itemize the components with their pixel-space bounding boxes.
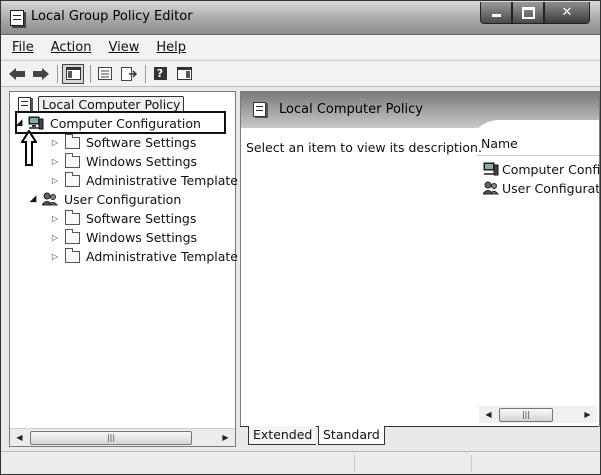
back-button[interactable]	[7, 65, 27, 83]
tree-label: Local Computer Policy	[38, 95, 185, 113]
collapsed-arrow-icon[interactable]: ▷	[50, 214, 60, 223]
tree-node-administrative-templates[interactable]: ▷ Administrative Template	[50, 171, 238, 189]
folder-icon	[64, 134, 80, 149]
show-hide-action-pane-icon	[176, 67, 192, 80]
status-bar	[1, 451, 600, 474]
menu-bar: File Action View Help	[1, 35, 600, 59]
tree-label: Administrative Template	[86, 248, 238, 264]
tree-node-user-software-settings[interactable]: ▷ Software Settings	[50, 209, 196, 227]
export-list-icon	[121, 66, 137, 81]
tree-label: Software Settings	[86, 210, 197, 226]
menu-help[interactable]: Help	[154, 40, 188, 55]
forward-button[interactable]	[31, 65, 51, 83]
folder-icon	[64, 248, 80, 263]
list-item-computer-configuration[interactable]: Computer Confi	[483, 160, 600, 178]
tree-label: Windows Settings	[86, 229, 198, 245]
tab-extended[interactable]: Extended	[248, 426, 317, 445]
tree-node-user-configuration[interactable]: ◢ User Configuration	[28, 190, 182, 208]
scroll-right-icon[interactable]: ▶	[580, 408, 595, 421]
users-icon	[483, 181, 499, 195]
tree-label: User Configuration	[64, 191, 182, 207]
menu-view[interactable]: View	[106, 40, 141, 55]
collapsed-arrow-icon[interactable]: ▷	[50, 157, 60, 166]
details-title: Local Computer Policy	[279, 102, 423, 117]
minimize-button[interactable]	[480, 2, 512, 24]
collapsed-arrow-icon[interactable]: ▷	[50, 252, 60, 261]
status-divider	[354, 455, 355, 472]
folder-icon	[64, 210, 80, 225]
folder-icon	[64, 153, 80, 168]
show-hide-console-tree-icon	[65, 67, 81, 80]
tree-node-windows-settings[interactable]: ▷ Windows Settings	[50, 152, 197, 170]
scroll-left-icon[interactable]: ◀	[12, 431, 27, 444]
tree-label: Administrative Template	[86, 172, 238, 188]
toolbar-separator	[145, 64, 146, 83]
collapsed-arrow-icon[interactable]: ▷	[50, 138, 60, 147]
tree-horizontal-scrollbar[interactable]: ◀ ||| ▶	[10, 428, 235, 446]
show-hide-tree-button[interactable]	[62, 63, 84, 84]
back-icon	[9, 67, 25, 80]
list-item-label: User Configurati	[502, 180, 600, 196]
list-item-user-configuration[interactable]: User Configurati	[483, 179, 600, 197]
show-hide-action-pane-button[interactable]	[174, 65, 194, 83]
minimize-icon	[491, 14, 501, 17]
folder-icon	[64, 229, 80, 244]
computer-icon	[483, 162, 499, 176]
maximize-button[interactable]	[512, 2, 544, 24]
description-text: Select an item to view its description.	[246, 140, 482, 155]
close-icon: ✕	[561, 5, 573, 20]
app-window: Local Group Policy Editor ✕ File Action …	[0, 0, 601, 475]
title-bar[interactable]: Local Group Policy Editor ✕	[1, 1, 600, 35]
callout-arrow-icon	[21, 130, 37, 166]
help-button[interactable]: ?	[150, 65, 170, 83]
menu-file[interactable]: File	[10, 40, 36, 55]
caption-buttons: ✕	[480, 2, 590, 24]
column-header-name[interactable]: Name	[477, 134, 599, 156]
tree-label: Software Settings	[86, 134, 197, 150]
console-tree-pane: Local Computer Policy ◢ Computer Configu…	[9, 91, 238, 447]
tree-node-software-settings[interactable]: ▷ Software Settings	[50, 133, 196, 151]
console-tree: Local Computer Policy ◢ Computer Configu…	[10, 92, 238, 427]
scroll-thumb[interactable]: |||	[499, 408, 553, 422]
menu-action[interactable]: Action	[49, 40, 94, 55]
view-tabs: Extended Standard	[240, 426, 598, 446]
window-title: Local Group Policy Editor	[31, 9, 193, 24]
toolbar-separator	[90, 64, 91, 83]
details-horizontal-scrollbar[interactable]: ◀ ||| ▶	[479, 406, 597, 423]
toolbar: ?	[1, 60, 600, 87]
export-list-button[interactable]	[119, 65, 139, 83]
folder-icon	[64, 172, 80, 187]
collapsed-arrow-icon[interactable]: ▷	[50, 233, 60, 242]
list-item-label: Computer Confi	[502, 161, 600, 177]
toolbar-separator	[57, 64, 58, 83]
collapsed-arrow-icon[interactable]: ▷	[50, 176, 60, 185]
properties-icon	[98, 67, 112, 80]
policy-icon	[253, 102, 266, 117]
details-pane: Local Computer Policy Select an item to …	[240, 91, 600, 427]
expanded-arrow-icon[interactable]: ◢	[28, 194, 38, 204]
status-divider	[471, 455, 472, 472]
forward-icon	[33, 67, 49, 80]
policy-icon	[17, 96, 31, 112]
tree-node-user-administrative-templates[interactable]: ▷ Administrative Template	[50, 247, 238, 265]
tab-standard[interactable]: Standard	[318, 426, 385, 445]
scroll-right-icon[interactable]: ▶	[218, 431, 233, 444]
close-button[interactable]: ✕	[544, 2, 590, 24]
app-icon	[10, 10, 24, 26]
tree-label: Windows Settings	[86, 153, 198, 169]
highlight-box	[15, 111, 226, 134]
users-icon	[42, 192, 58, 206]
maximize-icon	[521, 6, 535, 19]
details-list: Name Computer Confi User Configurati	[477, 134, 599, 426]
help-icon: ?	[153, 67, 167, 80]
scroll-left-icon[interactable]: ◀	[481, 408, 496, 421]
scroll-thumb[interactable]: |||	[30, 431, 192, 445]
properties-button[interactable]	[95, 65, 115, 83]
tree-node-user-windows-settings[interactable]: ▷ Windows Settings	[50, 228, 197, 246]
